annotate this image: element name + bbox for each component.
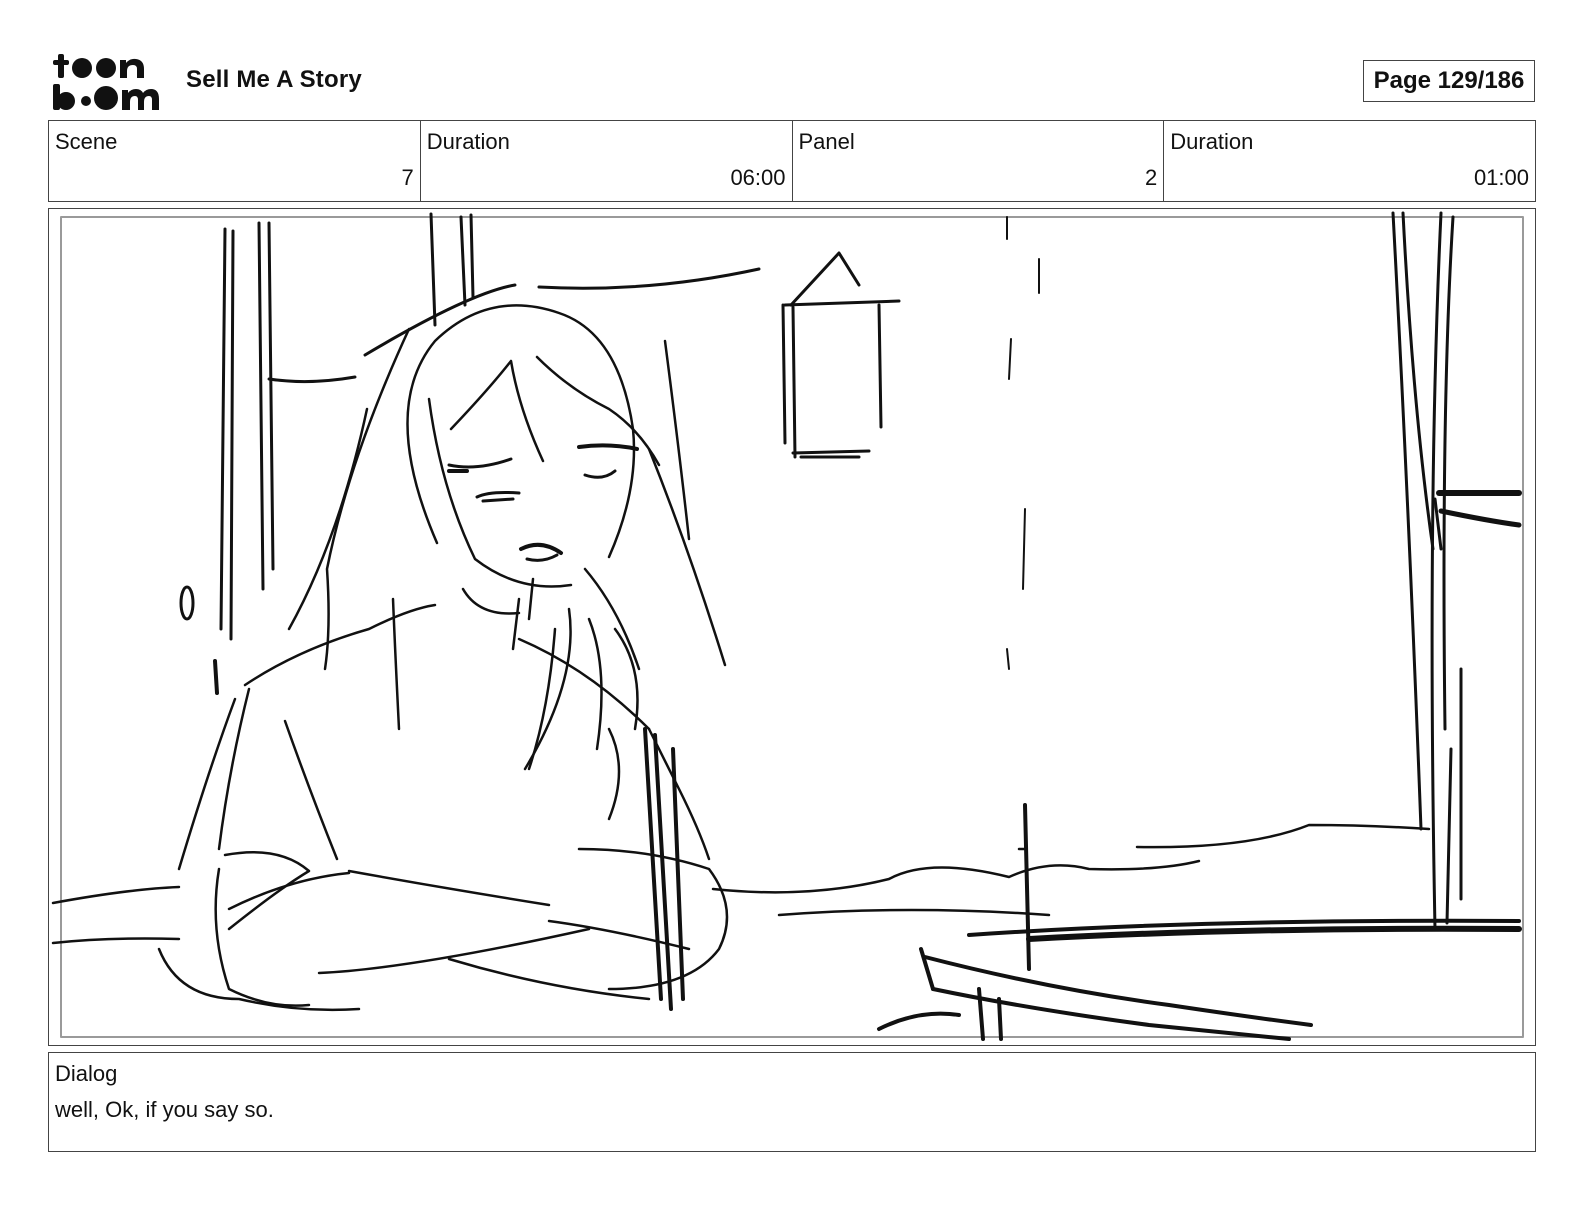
info-table: Scene 7 Duration 06:00 Panel 2 Duration …: [48, 120, 1536, 202]
dialog-box: Dialog well, Ok, if you say so.: [48, 1052, 1536, 1152]
page-indicator: Page 129/186: [1363, 60, 1535, 102]
project-title: Sell Me A Story: [186, 66, 362, 93]
panel-duration-cell: Duration 01:00: [1164, 121, 1535, 201]
scene-duration-label: Duration: [426, 129, 510, 154]
scene-duration-cell: Duration 06:00: [421, 121, 793, 201]
dialog-text: well, Ok, if you say so.: [55, 1097, 274, 1122]
storyboard-panel: [48, 208, 1536, 1046]
scene-cell: Scene 7: [49, 121, 421, 201]
scene-value: 7: [401, 165, 414, 190]
panel-duration-label: Duration: [1170, 129, 1254, 154]
dialog-label: Dialog: [55, 1061, 118, 1086]
panel-cell: Panel 2: [793, 121, 1165, 201]
scene-label: Scene: [55, 129, 118, 154]
panel-value: 2: [1145, 165, 1158, 190]
panel-duration-value: 01:00: [1473, 165, 1529, 190]
toonboom-logo: [52, 52, 164, 112]
scene-duration-value: 06:00: [730, 165, 786, 190]
panel-label: Panel: [798, 129, 855, 154]
storyboard-sketch: [51, 211, 1524, 1041]
